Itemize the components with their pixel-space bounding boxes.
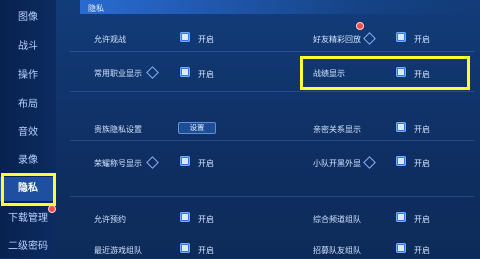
toggle-state-label: 开启 — [414, 125, 430, 134]
toggle-squad-dark-display[interactable] — [396, 156, 406, 166]
setting-label-noble-privacy: 贵族隐私设置 — [94, 125, 142, 134]
toggle-recruit-teammates-team[interactable] — [396, 243, 406, 253]
highlight-match-record-display — [300, 56, 470, 90]
toggle-recent-game-team[interactable] — [180, 243, 190, 253]
toggle-friend-highlights-replay[interactable] — [396, 32, 406, 42]
toggle-intimacy-display[interactable] — [396, 122, 406, 132]
highlight-privacy-tab — [1, 173, 56, 206]
toggle-state-label: 开启 — [414, 159, 430, 168]
setting-label-common-role-display: 常用职业显示 — [94, 69, 142, 78]
toggle-allow-spectate[interactable] — [180, 32, 190, 42]
setting-label-squad-dark-display: 小队开黑外显 — [313, 159, 361, 168]
noble-privacy-settings-button[interactable]: 设置 — [178, 122, 216, 134]
setting-label-honor-title-display: 荣耀称号显示 — [94, 159, 142, 168]
setting-label-allow-spectate: 允许观战 — [94, 35, 126, 44]
sidebar-item-controls[interactable]: 操作 — [0, 64, 56, 88]
section-header-bar — [80, 0, 480, 14]
setting-label-recruit-teammates-team: 招募队友组队 — [313, 246, 361, 255]
toggle-state-label: 开启 — [198, 246, 214, 255]
setting-label-allow-reservation: 允许预约 — [94, 215, 126, 224]
sidebar-item-combat[interactable]: 战斗 — [0, 35, 56, 59]
notification-dot-section — [356, 22, 364, 30]
toggle-honor-title-display[interactable] — [180, 156, 190, 166]
toggle-state-label: 开启 — [198, 215, 214, 224]
notification-dot-download — [48, 205, 56, 213]
sidebar-item-secondary-password[interactable]: 二级密码 — [0, 235, 56, 259]
toggle-common-role-display[interactable] — [180, 67, 190, 77]
row-divider — [70, 51, 475, 52]
setting-label-intimacy-display: 亲密关系显示 — [313, 125, 361, 134]
sidebar-item-recording[interactable]: 录像 — [0, 149, 56, 173]
settings-sidebar: 图像 战斗 操作 布局 音效 录像 隐私 下载管理 二级密码 — [0, 0, 57, 258]
toggle-state-label: 开启 — [198, 70, 214, 79]
toggle-general-channel-team[interactable] — [396, 212, 406, 222]
toggle-state-label: 开启 — [414, 35, 430, 44]
row-divider — [70, 196, 475, 197]
setting-label-friend-highlights-replay: 好友精彩回放 — [313, 35, 361, 44]
toggle-state-label: 开启 — [414, 246, 430, 255]
toggle-state-label: 开启 — [198, 35, 214, 44]
setting-label-general-channel-team: 综合频道组队 — [313, 215, 361, 224]
row-divider — [70, 140, 475, 141]
toggle-allow-reservation[interactable] — [180, 212, 190, 222]
section-title: 隐私 — [88, 4, 104, 13]
toggle-state-label: 开启 — [198, 159, 214, 168]
row-divider — [70, 91, 475, 92]
toggle-state-label: 开启 — [414, 215, 430, 224]
sidebar-item-audio[interactable]: 音效 — [0, 121, 56, 145]
sidebar-item-image[interactable]: 图像 — [0, 6, 56, 30]
setting-label-recent-game-team: 最近游戏组队 — [94, 246, 142, 255]
sidebar-item-layout[interactable]: 布局 — [0, 93, 56, 117]
